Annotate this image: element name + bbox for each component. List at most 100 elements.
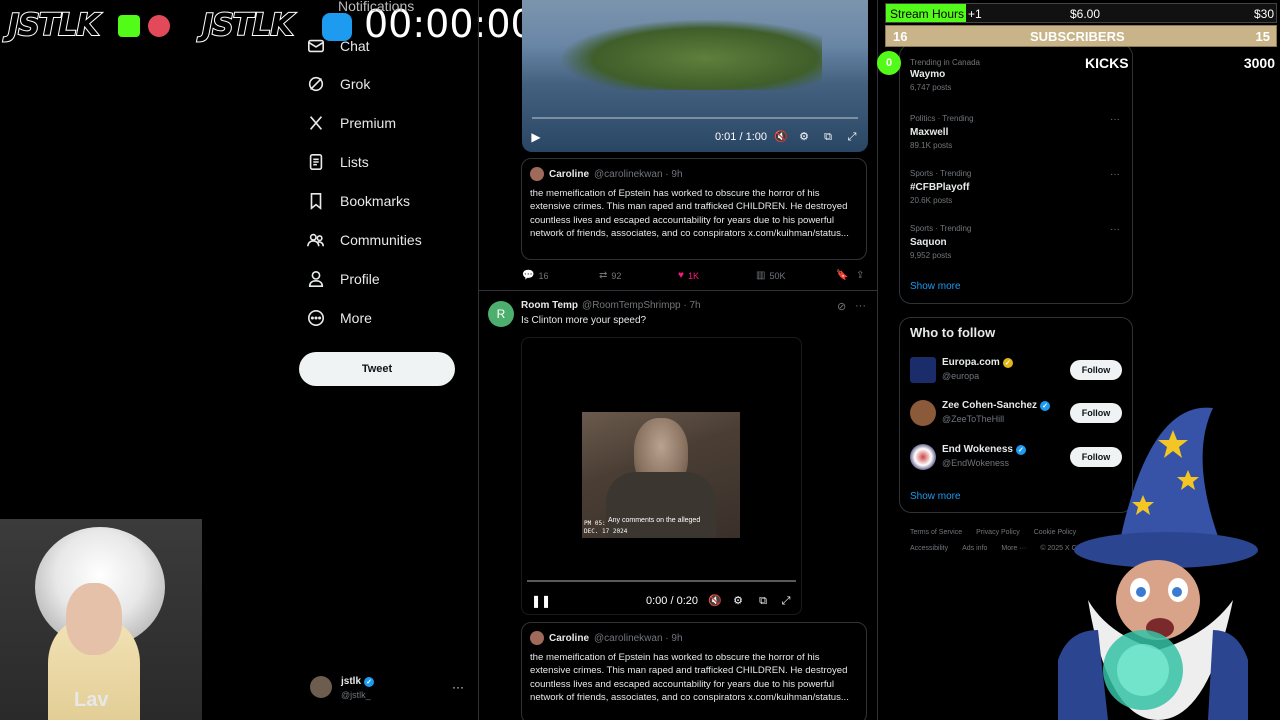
mute-icon[interactable]: 🔇 [774, 131, 788, 143]
suggestion-name: Zee Cohen-Sanchez [942, 400, 1038, 411]
views-button[interactable]: ▥ 50K [756, 270, 785, 281]
pip-icon[interactable]: ⧉ [757, 595, 769, 607]
suggestion-handle: @EndWokeness [942, 458, 1010, 468]
video-progress-bar[interactable] [527, 580, 796, 582]
trend-title: #CFBPlayoff [910, 182, 970, 193]
kicks-goal: 0 KICKS 3000 [877, 51, 1277, 75]
video-player-1[interactable]: ▶ 0:01 / 1:00 🔇 ⚙ ⧉ ⤢ [522, 0, 868, 152]
nav-label: Profile [340, 271, 380, 287]
trend-title: Saquon [910, 237, 947, 248]
kicks-count: 0 [877, 51, 901, 75]
mail-icon [306, 36, 326, 56]
tweet-button[interactable]: Tweet [299, 352, 455, 386]
footer-link[interactable]: Ads info [962, 545, 987, 552]
follow-suggestion[interactable]: Europa.com ✓ @europa Follow [910, 357, 1122, 387]
fullscreen-icon[interactable]: ⤢ [846, 131, 858, 143]
bookmark-button[interactable]: 🔖 [836, 270, 848, 281]
brand-logo-right: JSTLK [201, 7, 295, 44]
more-circle-icon [306, 308, 326, 328]
nav-more[interactable]: More [306, 305, 372, 331]
trend-item[interactable]: Politics · Trending Maxwell 89.1K posts [910, 114, 974, 150]
suggestion-handle: @europa [942, 371, 980, 381]
share-icon: ⇪ [856, 270, 865, 281]
nav-label: More [340, 310, 372, 326]
kicks-label: KICKS [1085, 55, 1129, 71]
follow-button[interactable]: Follow [1070, 360, 1122, 380]
reply-icon: 💬 [522, 270, 535, 281]
trend-more-icon[interactable]: ··· [1110, 224, 1120, 235]
nav-communities[interactable]: Communities [306, 227, 422, 253]
trend-title: Maxwell [910, 127, 949, 138]
footer-link[interactable]: Accessibility [910, 545, 948, 552]
trends-show-more-link[interactable]: Show more [910, 281, 961, 292]
trend-more-icon[interactable]: ··· [1110, 169, 1120, 180]
quoted-tweet-text: the memeification of Epstein has worked … [530, 652, 849, 703]
account-switcher[interactable]: jstlk ✓ @jstlk_ ··· [310, 676, 470, 706]
heart-icon: ♥ [678, 270, 684, 281]
trend-item[interactable]: Sports · Trending #CFBPlayoff 20.6K post… [910, 169, 971, 205]
suggestion-handle: @ZeeToTheHill [942, 414, 1005, 424]
record-badge-icon [148, 15, 170, 37]
nav-bookmarks[interactable]: Bookmarks [306, 188, 410, 214]
avatar [530, 167, 544, 181]
mute-icon[interactable]: 🔇 [708, 595, 722, 607]
quoted-author-handle: @carolinekwan · 9h [594, 632, 683, 644]
reply-button[interactable]: 💬 16 [522, 270, 548, 281]
face [66, 583, 122, 655]
communities-icon [306, 230, 326, 250]
pip-icon[interactable]: ⧉ [822, 131, 834, 143]
avatar[interactable]: R [488, 301, 514, 327]
nav-label: Lists [340, 154, 369, 170]
pause-icon[interactable]: ❚❚ [531, 595, 551, 607]
wizard-mascot-illustration [1058, 407, 1258, 720]
quoted-tweet-2[interactable]: Caroline @carolinekwan · 9h the memeific… [521, 622, 867, 720]
footer-link[interactable]: More ··· [1001, 545, 1026, 552]
grok-analyze-icon[interactable]: ⊘ [837, 300, 846, 313]
author-name[interactable]: Room Temp [521, 300, 578, 311]
trend-item[interactable]: Sports · Trending Saquon 9,952 posts [910, 224, 971, 260]
nav-grok[interactable]: Grok [306, 71, 370, 97]
play-icon[interactable]: ▶ [530, 131, 542, 143]
share-button[interactable]: ⇪ [856, 270, 864, 281]
trend-count: 6,747 posts [910, 83, 952, 92]
post-more-icon[interactable]: ··· [855, 300, 866, 312]
nav-chat[interactable]: Chat [306, 33, 370, 59]
nav-premium[interactable]: Premium [306, 110, 396, 136]
footer-link[interactable]: Terms of Service [910, 529, 962, 536]
x-logo-icon [306, 113, 326, 133]
follow-show-more-link[interactable]: Show more [910, 491, 961, 502]
nav-lists[interactable]: Lists [306, 149, 369, 175]
trend-count: 20.6K posts [910, 196, 953, 205]
account-more-icon[interactable]: ··· [452, 680, 464, 694]
verified-badge-icon: ✓ [1015, 444, 1026, 455]
repost-button[interactable]: ⇄ 92 [599, 270, 621, 281]
video-time: 0:00 / 0:20 [646, 595, 698, 607]
quoted-tweet-text: the memeification of Epstein has worked … [530, 188, 849, 239]
video-frame: Any comments on the alleged PM 05: DEC. … [582, 412, 740, 538]
footer-link[interactable]: Privacy Policy [976, 529, 1020, 536]
avatar [910, 444, 936, 470]
streamer-webcam: Lav [0, 519, 202, 720]
fullscreen-icon[interactable]: ⤢ [780, 595, 792, 607]
grok-icon [306, 74, 326, 94]
view-count: 50K [769, 270, 786, 281]
like-button[interactable]: ♥ 1K [678, 270, 699, 281]
avatar [310, 676, 332, 698]
nav-label: Premium [340, 115, 397, 131]
nav-profile[interactable]: Profile [306, 266, 380, 292]
trend-more-icon[interactable]: ··· [1110, 114, 1120, 125]
settings-icon[interactable]: ⚙ [798, 131, 810, 143]
kicks-goal-amount: 3000 [1243, 55, 1275, 71]
nav-notifications[interactable]: Notifications [338, 0, 414, 19]
quoted-tweet-1[interactable]: Caroline @carolinekwan · 9h the memeific… [521, 158, 867, 260]
quoted-author-handle: @carolinekwan · 9h [594, 168, 683, 180]
nav-label: Communities [340, 232, 422, 248]
video-progress-bar[interactable] [532, 117, 858, 119]
trend-context: Sports · Trending [910, 224, 972, 233]
nav-label: Chat [340, 38, 370, 54]
post-header: Room Temp @RoomTempShrimpp · 7h [521, 300, 701, 311]
settings-icon[interactable]: ⚙ [732, 595, 744, 607]
stream-hours-price: $6.00 [1070, 7, 1101, 21]
subs-target: 15 [1255, 29, 1270, 44]
nav-label: Bookmarks [340, 193, 411, 209]
